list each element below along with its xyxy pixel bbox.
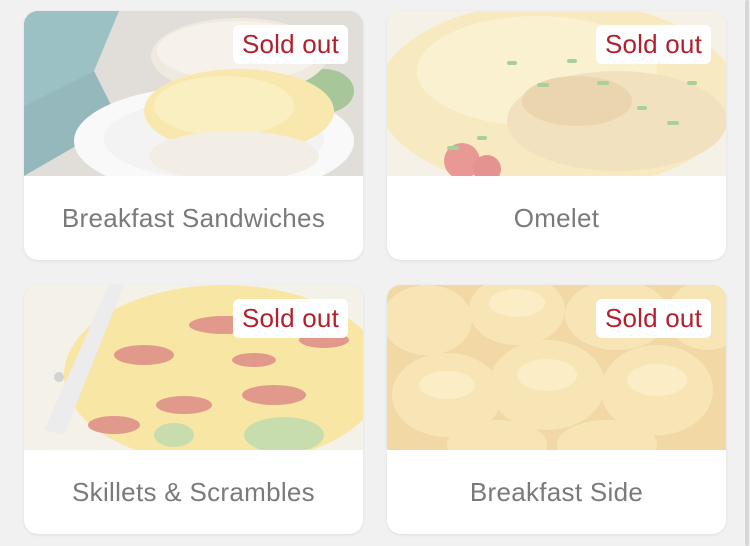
category-name: Omelet xyxy=(513,202,600,233)
scrollbar-thumb[interactable] xyxy=(745,0,749,546)
sold-out-badge: Sold out xyxy=(232,299,348,338)
category-card-skillets-scrambles[interactable]: Sold out Skillets & Scrambles xyxy=(24,285,363,534)
breakfast-sandwich-image: Sold out xyxy=(24,11,363,176)
omelet-image: Sold out xyxy=(387,11,726,176)
category-card-omelet[interactable]: Sold out Omelet xyxy=(387,11,726,260)
sold-out-badge: Sold out xyxy=(232,25,348,64)
sold-out-badge: Sold out xyxy=(595,299,711,338)
category-name: Skillets & Scrambles xyxy=(72,476,315,507)
scrollbar[interactable] xyxy=(744,0,750,546)
category-grid: Sold out Breakfast Sandwiches Sold out O… xyxy=(0,0,750,546)
category-card-breakfast-side[interactable]: Sold out Breakfast Side xyxy=(387,285,726,534)
category-name: Breakfast Sandwiches xyxy=(61,202,326,233)
category-name: Breakfast Side xyxy=(469,476,644,507)
tater-tots-image: Sold out xyxy=(387,285,726,450)
sold-out-badge: Sold out xyxy=(595,25,711,64)
skillet-scramble-image: Sold out xyxy=(24,285,363,450)
category-card-breakfast-sandwiches[interactable]: Sold out Breakfast Sandwiches xyxy=(24,11,363,260)
